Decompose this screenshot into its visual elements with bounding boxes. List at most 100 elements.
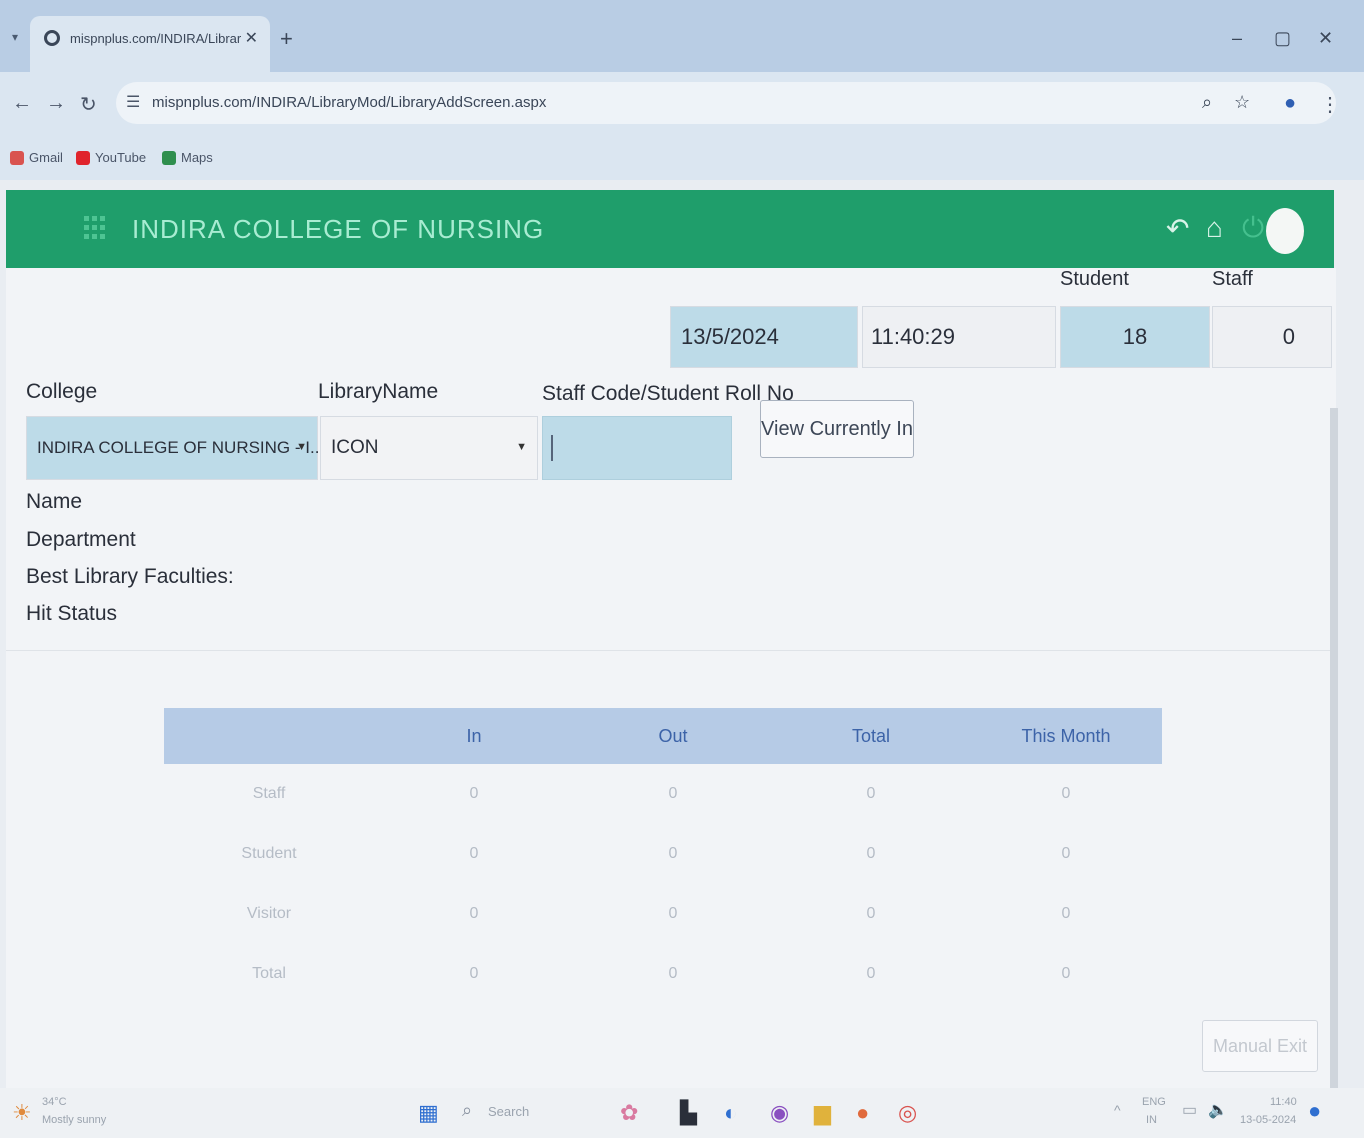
row-label: Visitor	[246, 905, 292, 922]
volume-icon[interactable]: 🔈	[1208, 1100, 1228, 1120]
avatar[interactable]	[1266, 208, 1304, 254]
table-cell: 0	[866, 785, 876, 802]
library-name-label: LibraryName	[318, 380, 439, 403]
table-cell: 0	[469, 905, 479, 922]
table-cell: 0	[1061, 845, 1071, 862]
weather-desc: Mostly sunny	[42, 1114, 107, 1126]
staff-count: 0	[1282, 324, 1295, 349]
bookmark-youtube[interactable]: YouTube	[76, 150, 146, 165]
text-caret	[551, 435, 553, 461]
header-cell: In	[466, 725, 482, 746]
college-select[interactable]: INDIRA COLLEGE OF NURSING - I... ▼	[26, 416, 324, 480]
firefox-icon[interactable]: ●	[856, 1100, 869, 1126]
taskbar-search-label: Search	[488, 1104, 530, 1119]
chat-icon[interactable]: ◐	[724, 1100, 737, 1126]
chevron-down-icon: ▼	[296, 441, 307, 453]
view-currently-in-button[interactable]: View Currently In	[760, 400, 914, 458]
roll-no-input[interactable]	[542, 416, 732, 480]
date-value: 13/5/2024	[681, 324, 779, 349]
header-cell: Total	[851, 725, 891, 746]
notification-icon[interactable]: ●	[1308, 1098, 1321, 1124]
row-label: Total	[252, 965, 286, 982]
code-label: Staff Code/Student Roll No	[542, 382, 794, 405]
maps-icon	[162, 150, 176, 165]
header-cell: This Month	[1021, 725, 1111, 746]
chrome-icon[interactable]: ◎	[898, 1100, 917, 1126]
table-row: Total 0 0 0 0	[164, 944, 1162, 1004]
row-label: Staff	[252, 785, 286, 802]
chevron-down-icon: ▼	[516, 441, 527, 453]
table-cell: 0	[668, 785, 678, 802]
profile-icon[interactable]: ●	[1284, 92, 1296, 115]
table-cell: 0	[866, 845, 876, 862]
college-select-value: INDIRA COLLEGE OF NURSING - I...	[37, 438, 325, 457]
manual-exit-button[interactable]: Manual Exit	[1202, 1020, 1318, 1072]
tab-title: mispnplus.com/INDIRA/Librar	[70, 31, 242, 46]
table-cell: 0	[469, 965, 479, 982]
network-icon[interactable]: ▭	[1182, 1100, 1197, 1120]
bookmark-maps[interactable]: Maps	[162, 150, 213, 165]
language-label[interactable]: ENG	[1142, 1096, 1166, 1108]
menu-grid-icon[interactable]	[84, 216, 106, 240]
tray-chevron-icon[interactable]: ^	[1114, 1102, 1121, 1118]
weather-icon[interactable]: ☀	[12, 1100, 32, 1126]
power-icon[interactable]: ⏻	[1242, 212, 1264, 245]
college-label: College	[26, 380, 98, 403]
forward-icon[interactable]: →	[46, 92, 66, 115]
copilot-icon[interactable]: ◉	[770, 1100, 789, 1126]
library-select[interactable]: ICON ▼	[320, 416, 538, 480]
time-value: 11:40:29	[871, 324, 956, 349]
college-title: INDIRA COLLEGE OF NURSING	[132, 214, 545, 244]
table-cell: 0	[469, 845, 479, 862]
minimize-icon[interactable]: –	[1232, 28, 1242, 49]
tab-search-icon[interactable]: ▾	[12, 30, 18, 44]
table-row: Student 0 0 0 0	[164, 824, 1162, 884]
url-text: mispnplus.com/INDIRA/LibraryMod/LibraryA…	[152, 94, 547, 111]
app-header: INDIRA COLLEGE OF NURSING ↶ ⌂ ⏻	[6, 190, 1334, 268]
search-icon[interactable]: ⌕	[462, 1100, 472, 1121]
staff-label: Staff	[1212, 268, 1253, 290]
bookmark-star-icon[interactable]: ☆	[1234, 92, 1250, 113]
close-window-icon[interactable]: ✕	[1318, 28, 1333, 49]
bookmarks-bar: Gmail YouTube Maps	[0, 136, 1364, 180]
site-settings-icon[interactable]: ☰	[126, 92, 140, 112]
date-box: 13/5/2024	[670, 306, 858, 368]
student-label: Student	[1060, 268, 1129, 290]
more-menu-icon[interactable]: ⋮	[1320, 92, 1340, 117]
gmail-icon	[10, 150, 24, 165]
table-row: Staff 0 0 0 0	[164, 764, 1162, 824]
back-icon[interactable]: ←	[12, 92, 32, 115]
back-arrow-icon[interactable]: ↶	[1166, 212, 1189, 245]
app-icon[interactable]: ▙	[680, 1100, 697, 1126]
url-field[interactable]: ☰ mispnplus.com/INDIRA/LibraryMod/Librar…	[116, 82, 1336, 124]
table-cell: 0	[1061, 905, 1071, 922]
faculties-label: Best Library Faculties:	[26, 565, 234, 588]
bookmark-gmail[interactable]: Gmail	[10, 150, 63, 165]
header-cell: Out	[658, 725, 688, 746]
table-cell: 0	[866, 905, 876, 922]
file-explorer-icon[interactable]: ▆	[814, 1100, 831, 1126]
widget-icon[interactable]: ✿	[620, 1100, 638, 1126]
summary-table: In Out Total This Month Staff 0 0 0 0 St…	[164, 708, 1162, 1004]
reload-icon[interactable]: ↻	[80, 92, 97, 117]
new-tab-icon[interactable]: +	[280, 26, 293, 52]
start-icon[interactable]: ▦	[418, 1100, 439, 1126]
region-label: IN	[1146, 1114, 1157, 1126]
weather-temp: 34°C	[42, 1096, 67, 1108]
student-count-box: 18	[1060, 306, 1210, 368]
clock-date[interactable]: 13-05-2024	[1240, 1114, 1296, 1126]
browser-tab[interactable]: mispnplus.com/INDIRA/Librar ✕	[30, 16, 270, 72]
header-cell	[164, 708, 374, 764]
clock-time[interactable]: 11:40	[1270, 1096, 1297, 1108]
home-icon[interactable]: ⌂	[1206, 212, 1223, 244]
student-count: 18	[1122, 324, 1148, 349]
address-bar-row: ← → ↻ ☰ mispnplus.com/INDIRA/LibraryMod/…	[0, 72, 1364, 136]
restore-icon[interactable]: ▢	[1274, 28, 1291, 49]
zoom-icon[interactable]: ⌕	[1202, 92, 1212, 113]
table-cell: 0	[1061, 785, 1071, 802]
hit-status-label: Hit Status	[26, 602, 118, 625]
close-tab-icon[interactable]: ✕	[245, 28, 258, 48]
table-cell: 0	[668, 965, 678, 982]
youtube-icon	[76, 150, 90, 165]
scrollbar[interactable]	[1330, 408, 1338, 1088]
